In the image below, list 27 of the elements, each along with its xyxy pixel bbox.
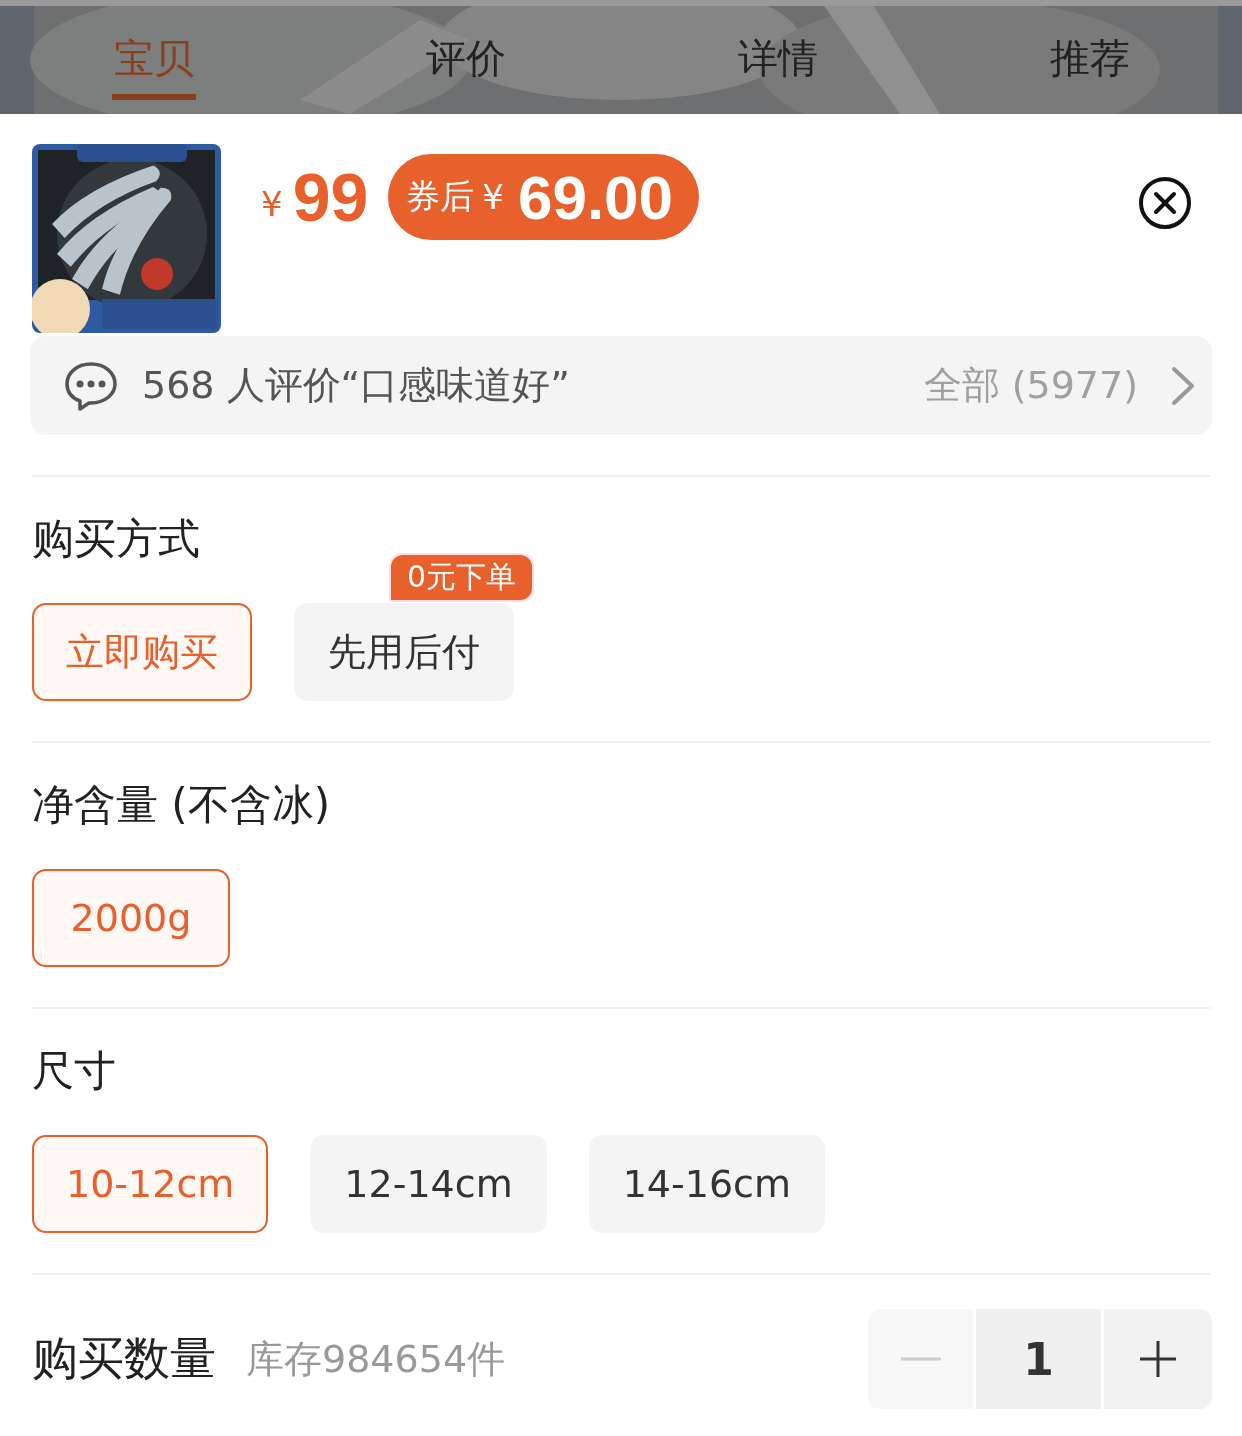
all-reviews-link[interactable]: 全部 (5977) [923, 360, 1138, 411]
review-summary-bar[interactable]: 568 人评价“口感味道好” 全部 (5977) [30, 336, 1212, 435]
section-title: 净含量 (不含冰) [32, 779, 332, 831]
stock-text: 库存984654件 [246, 1335, 507, 1383]
section-title: 购买方式 [32, 513, 201, 565]
tab[interactable]: 评价 [424, 30, 508, 100]
review-summary: 568 人评价“口感味道好” [142, 362, 571, 409]
increase-button[interactable] [1104, 1309, 1212, 1409]
currency-symbol: ¥ [261, 184, 283, 224]
option-button[interactable]: 2000g [32, 869, 230, 967]
plus-icon [1138, 1339, 1178, 1379]
section-title: 尺寸 [32, 1045, 117, 1097]
option-button[interactable]: 立即购买 [32, 603, 252, 701]
quantity-label: 购买数量 [32, 1330, 216, 1387]
tab[interactable]: 详情 [736, 30, 820, 100]
tab[interactable]: 推荐 [1048, 30, 1132, 100]
close-icon[interactable] [1138, 176, 1192, 230]
promo-badge: 0元下单 [388, 553, 534, 602]
option-button[interactable]: 12-14cm [310, 1135, 547, 1233]
chat-bubble-icon [64, 360, 118, 411]
price: 99 [292, 158, 369, 236]
quantity-value[interactable]: 1 [976, 1309, 1101, 1409]
minus-icon [900, 1356, 941, 1362]
option-button[interactable]: 先用后付 [294, 603, 514, 701]
option-button[interactable]: 10-12cm [32, 1135, 269, 1233]
coupon-price-badge: 券后 ¥ 69.00 [388, 154, 700, 240]
option-button[interactable]: 14-16cm [588, 1135, 825, 1233]
